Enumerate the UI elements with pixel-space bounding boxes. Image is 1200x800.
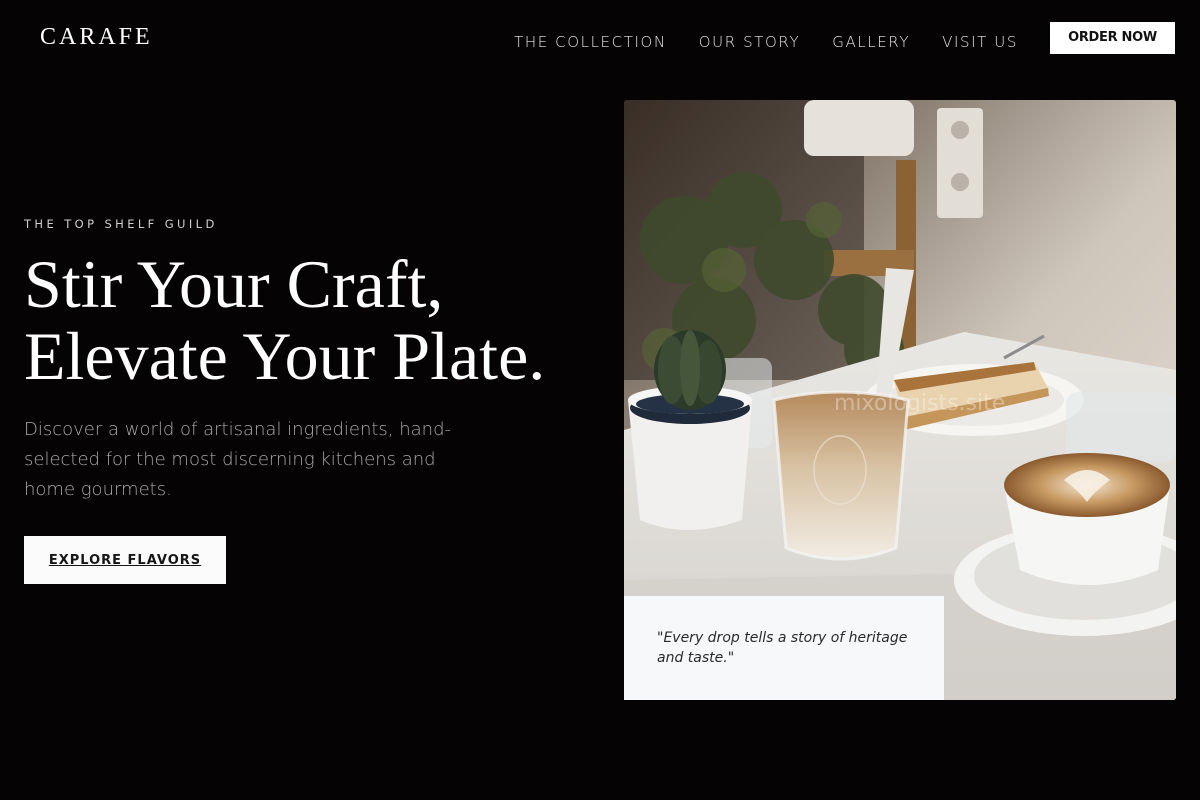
quote-card: "Every drop tells a story of heritage an… [624,596,944,700]
nav-link-collection[interactable]: THE COLLECTION [514,33,667,51]
headline-line-2: Elevate Your Plate. [24,318,546,394]
hero-eyebrow: THE TOP SHELF GUILD [24,217,218,231]
nav-link-our-story[interactable]: OUR STORY [699,33,801,51]
hero-lead: Discover a world of artisanal ingredient… [24,419,452,500]
nav-link-gallery[interactable]: GALLERY [832,33,910,51]
hero-headline: Stir Your Craft, Elevate Your Plate. [24,248,614,392]
headline-line-1: Stir Your Craft, [24,246,444,322]
order-now-button[interactable]: ORDER NOW [1050,22,1175,54]
nav-link-visit-us[interactable]: VISIT US [942,33,1018,51]
watermark-text: mixologists.site [834,391,1005,416]
brand-logo[interactable]: CARAFE [40,24,153,51]
explore-flavors-button[interactable]: EXPLORE FLAVORS [24,536,226,584]
quote-text: "Every drop tells a story of heritage an… [657,630,908,666]
main-nav: THE COLLECTION OUR STORY GALLERY VISIT U… [482,22,1175,54]
